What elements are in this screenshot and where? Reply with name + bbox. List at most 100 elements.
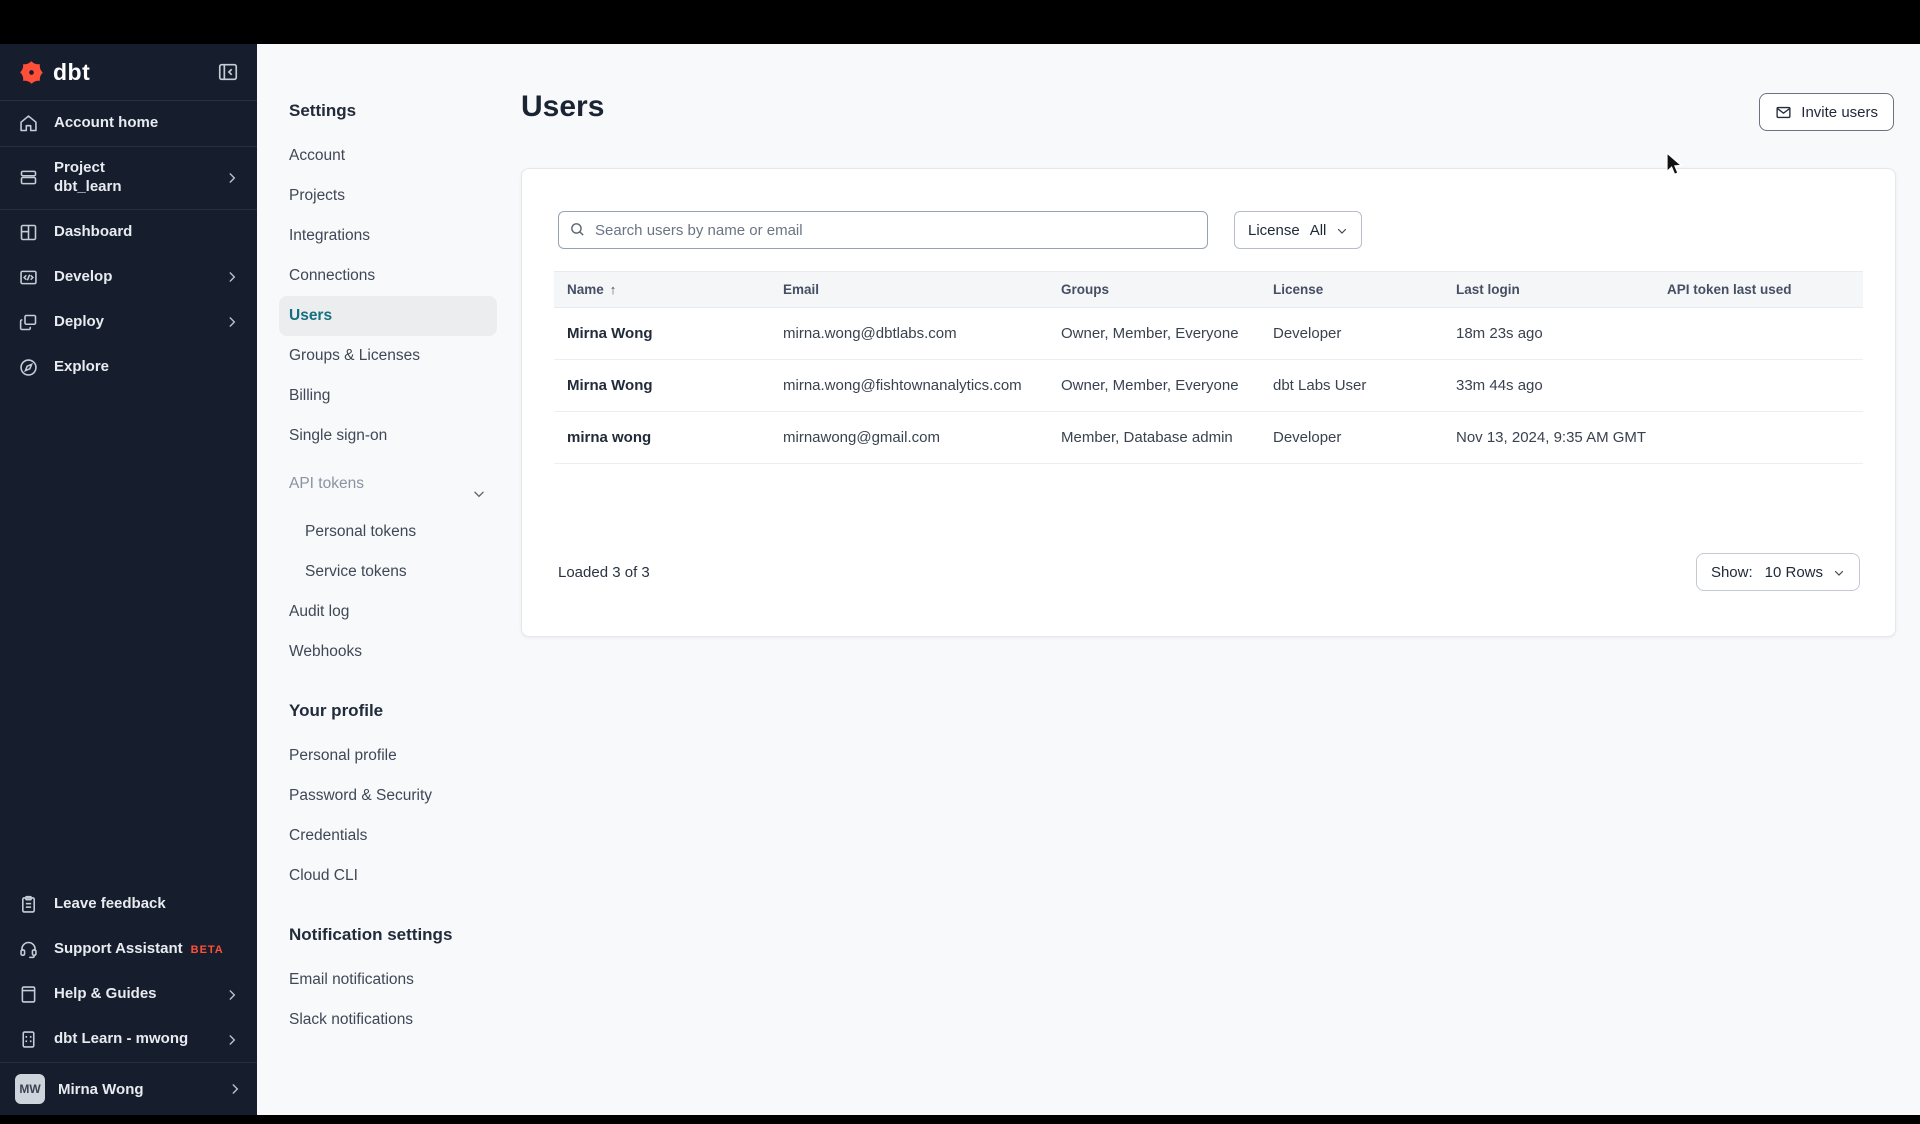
license-filter-value: All (1309, 221, 1327, 239)
sidebar-item-leave-feedback[interactable]: Leave feedback (0, 882, 257, 927)
dbt-logo-icon (18, 59, 45, 86)
avatar: MW (15, 1074, 45, 1104)
settings-nav-personal-tokens[interactable]: Personal tokens (305, 512, 520, 552)
cell-license: Developer (1273, 429, 1342, 446)
compass-icon (18, 357, 39, 378)
sidebar-item-account-home[interactable]: Account home (0, 101, 257, 146)
column-header-last-login[interactable]: Last login (1443, 282, 1654, 297)
show-rows-button[interactable]: Show: 10 Rows (1695, 553, 1860, 591)
settings-nav-email-notifications[interactable]: Email notifications (289, 960, 520, 1000)
table-row[interactable]: mirna wong mirnawong@gmail.com Member, D… (554, 412, 1863, 464)
chevron-down-icon (472, 477, 486, 498)
settings-nav-personal-profile[interactable]: Personal profile (289, 736, 520, 776)
envelope-icon (1775, 104, 1792, 121)
sidebar-item-dashboard[interactable]: Dashboard (0, 210, 257, 255)
top-black-bar (0, 0, 1920, 44)
settings-nav-password-security[interactable]: Password & Security (289, 776, 520, 816)
card-footer: Loaded 3 of 3 Show: 10 Rows (522, 553, 1895, 591)
dashboard-grid-icon (18, 222, 39, 243)
cell-email: mirna.wong@dbtlabs.com (783, 325, 957, 342)
sidebar-collapse-icon[interactable] (217, 61, 239, 83)
cell-name: mirna wong (567, 429, 652, 446)
app-sidebar: dbt Account home Project dbt_learn Dashb… (0, 44, 257, 1115)
search-users-input[interactable] (558, 211, 1208, 249)
user-name: Mirna Wong (58, 1080, 144, 1098)
building-icon (18, 1029, 39, 1050)
notification-settings-heading: Notification settings (289, 925, 453, 944)
search-wrap (558, 211, 1208, 249)
settings-nav-credentials[interactable]: Credentials (289, 816, 520, 856)
card-toolbar: License All (558, 211, 1859, 249)
license-filter-button[interactable]: License All (1234, 211, 1363, 249)
settings-nav-groups-licenses[interactable]: Groups & Licenses (289, 336, 520, 376)
settings-nav-slack-notifications[interactable]: Slack notifications (289, 1000, 520, 1040)
cell-groups: Owner, Member, Everyone (1061, 325, 1239, 342)
brand-wordmark: dbt (53, 58, 91, 85)
sort-asc-icon: ↑ (609, 282, 617, 297)
settings-nav-cloud-cli[interactable]: Cloud CLI (289, 856, 520, 896)
cell-last-login: 18m 23s ago (1456, 325, 1543, 342)
cell-email: mirnawong@gmail.com (783, 429, 940, 446)
sidebar-item-project[interactable]: Project dbt_learn (0, 147, 257, 209)
bottom-black-bar (0, 1115, 1920, 1124)
your-profile-heading: Your profile (289, 701, 384, 720)
table-row[interactable]: Mirna Wong mirna.wong@fishtownanalytics.… (554, 360, 1863, 412)
settings-heading: Settings (289, 101, 357, 120)
column-header-groups[interactable]: Groups (1048, 282, 1260, 297)
license-filter-label: License (1248, 221, 1300, 239)
chevron-right-icon (228, 1082, 242, 1096)
column-header-api-token[interactable]: API token last used (1654, 282, 1863, 297)
settings-nav-connections[interactable]: Connections (289, 256, 520, 296)
settings-nav: Settings Account Projects Integrations C… (257, 44, 520, 1040)
loaded-count: Loaded 3 of 3 (558, 563, 650, 581)
invite-users-label: Invite users (1801, 103, 1878, 121)
invite-users-button[interactable]: Invite users (1759, 93, 1894, 131)
settings-nav-api-tokens[interactable]: API tokens (289, 464, 520, 504)
settings-nav-integrations[interactable]: Integrations (289, 216, 520, 256)
search-icon (569, 221, 586, 238)
home-icon (18, 113, 39, 134)
sidebar-item-support-assistant[interactable]: Support Assistant BETA (0, 927, 257, 972)
column-header-license[interactable]: License (1260, 282, 1443, 297)
cell-groups: Owner, Member, Everyone (1061, 377, 1239, 394)
table-row[interactable]: Mirna Wong mirna.wong@dbtlabs.com Owner,… (554, 308, 1863, 360)
sidebar-item-explore[interactable]: Explore (0, 345, 257, 390)
users-table: Name ↑ Email Groups License Last login AP… (554, 271, 1863, 464)
sidebar-item-deploy[interactable]: Deploy (0, 300, 257, 345)
settings-nav-single-sign-on[interactable]: Single sign-on (289, 416, 520, 456)
chevron-right-icon (225, 270, 239, 284)
code-window-icon (18, 267, 39, 288)
beta-badge: BETA (190, 944, 224, 957)
settings-nav-account[interactable]: Account (289, 136, 520, 176)
chevron-down-icon (1336, 224, 1348, 236)
settings-nav-billing[interactable]: Billing (289, 376, 520, 416)
page-title: Users (521, 90, 605, 123)
table-header-row: Name ↑ Email Groups License Last login AP… (554, 271, 1863, 308)
sidebar-item-help-guides[interactable]: Help & Guides (0, 972, 257, 1017)
sidebar-item-account-switcher[interactable]: dbt Learn - mwong (0, 1017, 257, 1062)
project-name: dbt_learn (54, 177, 122, 195)
users-card: License All Name↑ Email Groups License L… (521, 168, 1896, 637)
project-label: Project (54, 159, 105, 176)
chevron-right-icon (225, 315, 239, 329)
deploy-windows-icon (18, 312, 39, 333)
column-header-name[interactable]: Name ↑ (554, 282, 770, 297)
sidebar-user-menu[interactable]: MW Mirna Wong (0, 1063, 257, 1115)
sidebar-item-develop[interactable]: Develop (0, 255, 257, 300)
cell-last-login: Nov 13, 2024, 9:35 AM GMT (1456, 429, 1647, 446)
chevron-right-icon (225, 1033, 239, 1047)
column-header-email[interactable]: Email (770, 282, 1048, 297)
settings-nav-users[interactable]: Users (279, 296, 497, 336)
settings-nav-service-tokens[interactable]: Service tokens (305, 552, 520, 592)
book-icon (18, 984, 39, 1005)
support-assistant-label: Support Assistant (54, 940, 183, 958)
settings-nav-webhooks[interactable]: Webhooks (289, 632, 520, 672)
settings-nav-projects[interactable]: Projects (289, 176, 520, 216)
chevron-right-icon (225, 988, 239, 1002)
clipboard-icon (18, 894, 39, 915)
logo-row: dbt (0, 44, 257, 100)
chevron-right-icon (225, 171, 239, 185)
cell-name: Mirna Wong (567, 377, 653, 394)
settings-nav-audit-log[interactable]: Audit log (289, 592, 520, 632)
